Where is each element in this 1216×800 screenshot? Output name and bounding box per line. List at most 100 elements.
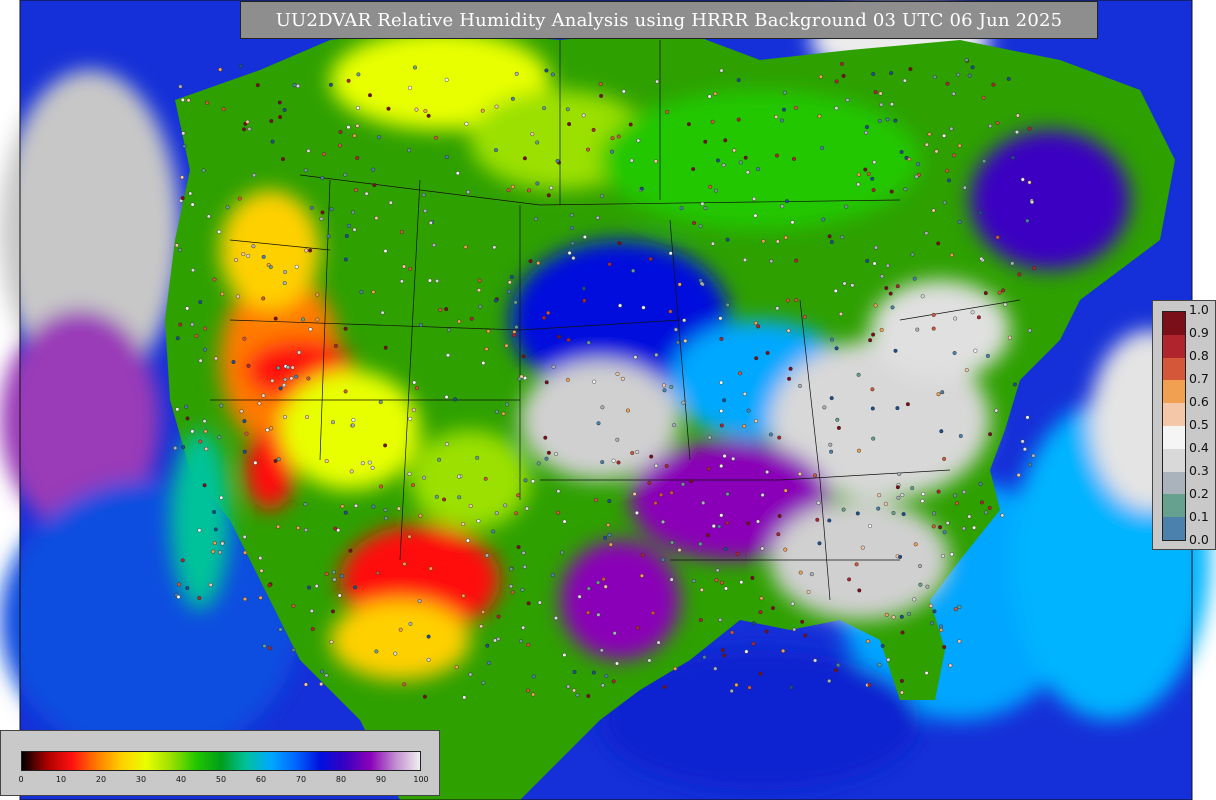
observation-point bbox=[444, 395, 449, 400]
observation-point bbox=[203, 429, 208, 434]
observation-point bbox=[806, 589, 811, 594]
observation-point bbox=[355, 105, 360, 110]
observation-point bbox=[813, 658, 818, 663]
observation-point bbox=[237, 196, 242, 201]
observation-point bbox=[949, 126, 954, 131]
observation-point bbox=[899, 149, 904, 154]
observation-point bbox=[566, 337, 571, 342]
observation-point bbox=[603, 584, 608, 589]
observation-point bbox=[606, 523, 611, 528]
observation-point bbox=[408, 416, 413, 421]
observation-point bbox=[722, 454, 727, 459]
observation-point bbox=[197, 528, 202, 533]
observation-point bbox=[856, 182, 861, 187]
observation-point bbox=[393, 651, 398, 656]
observation-point bbox=[276, 365, 281, 370]
observation-point bbox=[402, 264, 407, 269]
observation-point bbox=[242, 419, 247, 424]
observation-point bbox=[198, 439, 203, 444]
observation-point bbox=[1011, 155, 1016, 160]
legend-tick-label: 1.0 bbox=[1189, 302, 1209, 317]
observation-point bbox=[895, 406, 900, 411]
observation-point bbox=[297, 350, 302, 355]
observation-point bbox=[231, 360, 236, 365]
observation-point bbox=[608, 542, 613, 547]
observation-point bbox=[509, 584, 514, 589]
observation-point bbox=[1010, 261, 1015, 266]
observation-point bbox=[509, 275, 514, 280]
observation-point bbox=[979, 500, 984, 505]
observation-point bbox=[953, 316, 958, 321]
observation-point bbox=[956, 72, 961, 77]
observation-point bbox=[1012, 382, 1017, 387]
observation-point bbox=[463, 244, 468, 249]
observation-point bbox=[967, 73, 972, 78]
observation-point bbox=[739, 580, 744, 585]
observation-point bbox=[259, 568, 264, 573]
observation-point bbox=[914, 174, 919, 179]
observation-point bbox=[615, 371, 620, 376]
observation-point bbox=[372, 183, 377, 188]
observation-point bbox=[949, 552, 954, 557]
observation-point bbox=[514, 325, 519, 330]
observation-point bbox=[444, 307, 449, 312]
observation-point bbox=[988, 123, 993, 128]
observation-point bbox=[476, 519, 481, 524]
observation-point bbox=[491, 529, 496, 534]
observation-point bbox=[815, 517, 820, 522]
observation-point bbox=[242, 449, 247, 454]
observation-point bbox=[821, 217, 826, 222]
observation-point bbox=[751, 641, 756, 646]
observation-point bbox=[893, 118, 898, 123]
observation-point bbox=[782, 90, 787, 95]
observation-point bbox=[546, 450, 551, 455]
observation-point bbox=[567, 250, 572, 255]
observation-point bbox=[867, 683, 872, 688]
observation-point bbox=[931, 312, 936, 317]
observation-point bbox=[571, 256, 576, 261]
legend-swatch bbox=[1163, 312, 1185, 335]
observation-point bbox=[203, 347, 208, 352]
observation-point bbox=[1031, 453, 1036, 458]
observation-point bbox=[903, 187, 908, 192]
observation-point bbox=[326, 234, 331, 239]
observation-point bbox=[282, 383, 287, 388]
observation-point bbox=[596, 421, 601, 426]
observation-point bbox=[765, 470, 770, 475]
observation-point bbox=[929, 621, 934, 626]
observation-point bbox=[754, 356, 759, 361]
observation-point bbox=[635, 625, 640, 630]
observation-point bbox=[905, 402, 910, 407]
observation-point bbox=[530, 132, 535, 137]
observation-point bbox=[303, 502, 308, 507]
observation-point bbox=[701, 500, 706, 505]
observation-point bbox=[884, 286, 889, 291]
observation-point bbox=[308, 327, 313, 332]
observation-point bbox=[175, 407, 180, 412]
observation-point bbox=[841, 507, 846, 512]
observation-point bbox=[611, 458, 616, 463]
observation-point bbox=[924, 231, 929, 236]
observation-point bbox=[659, 492, 664, 497]
observation-point bbox=[506, 188, 511, 193]
observation-point bbox=[877, 493, 882, 498]
observation-point bbox=[603, 535, 608, 540]
observation-point bbox=[865, 124, 870, 129]
observation-point bbox=[339, 574, 344, 579]
observation-point bbox=[714, 188, 719, 193]
observation-point bbox=[1016, 473, 1021, 478]
observation-point bbox=[536, 461, 541, 466]
observation-point bbox=[486, 329, 491, 334]
observation-point bbox=[595, 215, 600, 220]
observation-point bbox=[178, 84, 183, 89]
observation-point bbox=[617, 241, 622, 246]
observation-point bbox=[884, 612, 889, 617]
observation-point bbox=[383, 508, 388, 513]
legend-swatch bbox=[1163, 334, 1185, 358]
observation-point bbox=[371, 290, 376, 295]
observation-point bbox=[910, 486, 915, 491]
observation-point bbox=[493, 638, 498, 643]
observation-point bbox=[581, 113, 586, 118]
observation-point bbox=[870, 176, 875, 181]
observation-point bbox=[713, 91, 718, 96]
